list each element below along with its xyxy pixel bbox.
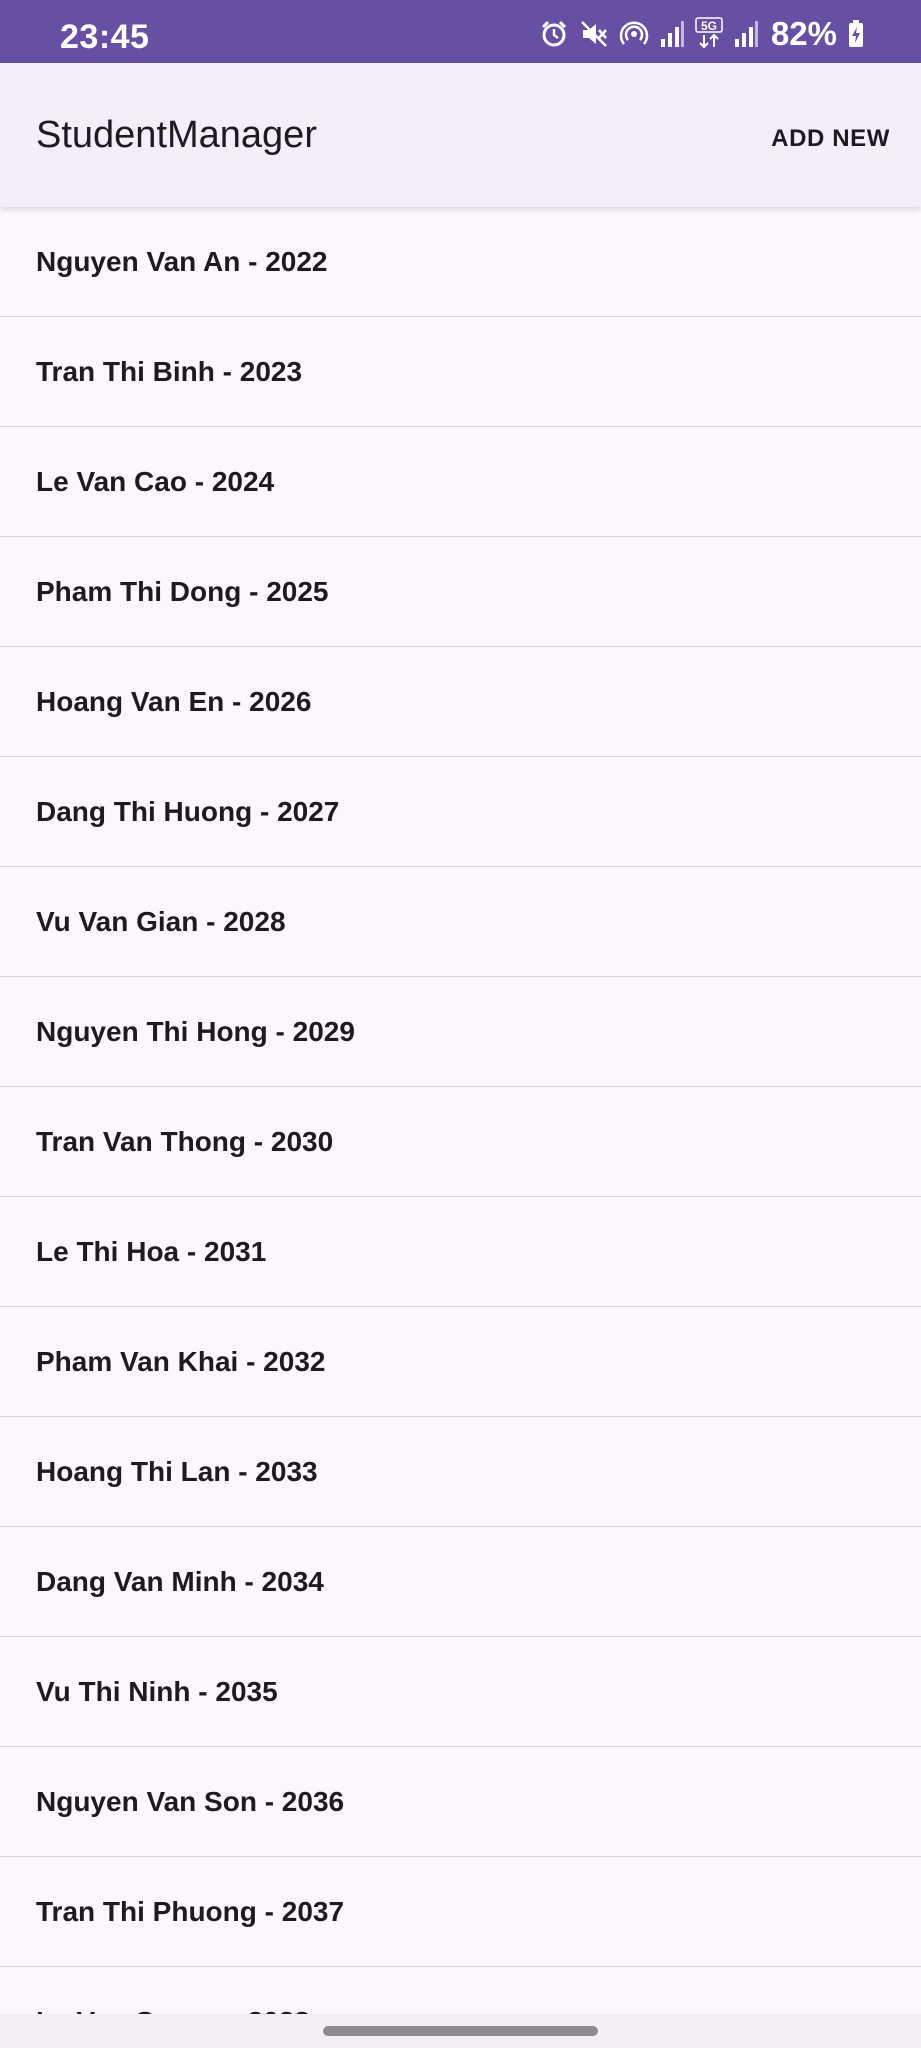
mute-icon [579, 19, 609, 49]
student-list-item[interactable]: Dang Van Minh - 2034 [0, 1527, 921, 1637]
svg-text:5G: 5G [701, 19, 717, 33]
student-list-item[interactable]: Vu Van Gian - 2028 [0, 867, 921, 977]
student-list-item[interactable]: Nguyen Van Son - 2036 [0, 1747, 921, 1857]
student-list-item[interactable]: Pham Van Khai - 2032 [0, 1307, 921, 1417]
5g-icon: 5G [695, 17, 723, 51]
gesture-handle[interactable] [323, 2026, 598, 2036]
student-list-item[interactable]: Pham Thi Dong - 2025 [0, 537, 921, 647]
gesture-nav-area [0, 2014, 921, 2048]
student-list-item[interactable]: Le Thi Hoa - 2031 [0, 1197, 921, 1307]
student-label: Tran Van Thong - 2030 [36, 1125, 334, 1157]
student-label: Le Thi Hoa - 2031 [36, 1235, 267, 1267]
student-label: Vu Van Gian - 2028 [36, 905, 286, 937]
student-label: Nguyen Van Son - 2036 [36, 1785, 345, 1817]
student-label: Le Van Cao - 2024 [36, 465, 275, 497]
status-icons: 5G 82% [539, 14, 865, 54]
status-bar: 23:45 5G 82% [0, 0, 921, 63]
student-label: Hoang Van En - 2026 [36, 685, 312, 717]
student-list-item[interactable]: Tran Thi Phuong - 2037 [0, 1857, 921, 1967]
student-label: Vu Thi Ninh - 2035 [36, 1675, 278, 1707]
student-list-item[interactable]: Hoang Thi Lan - 2033 [0, 1417, 921, 1527]
battery-charging-icon [847, 19, 865, 49]
status-time: 23:45 [60, 18, 150, 56]
app-bar: StudentManager ADD NEW [0, 63, 921, 207]
app-title: StudentManager [36, 114, 317, 156]
student-list-item[interactable]: Nguyen Van An - 2022 [0, 207, 921, 317]
signal-icon [733, 19, 759, 49]
student-label: Nguyen Van An - 2022 [36, 245, 328, 277]
student-label: Pham Van Khai - 2032 [36, 1345, 326, 1377]
add-new-button[interactable]: ADD NEW [767, 119, 894, 159]
student-list-item[interactable]: Nguyen Thi Hong - 2029 [0, 977, 921, 1087]
battery-percentage: 82% [770, 15, 837, 52]
student-label: Tran Thi Binh - 2023 [36, 355, 303, 387]
student-list-item[interactable]: Hoang Van En - 2026 [0, 647, 921, 757]
signal-icon [659, 19, 685, 49]
student-list-item[interactable]: Tran Van Thong - 2030 [0, 1087, 921, 1197]
student-label: Dang Thi Huong - 2027 [36, 795, 340, 827]
hotspot-icon [619, 19, 649, 49]
alarm-icon [539, 19, 569, 49]
student-list-item[interactable]: Tran Thi Binh - 2023 [0, 317, 921, 427]
student-list: Nguyen Van An - 2022 Tran Thi Binh - 2023… [0, 207, 921, 2048]
student-label: Hoang Thi Lan - 2033 [36, 1455, 318, 1487]
student-list-item[interactable]: Vu Thi Ninh - 2035 [0, 1637, 921, 1747]
student-label: Tran Thi Phuong - 2037 [36, 1895, 345, 1927]
student-label: Dang Van Minh - 2034 [36, 1565, 324, 1597]
student-list-item[interactable]: Dang Thi Huong - 2027 [0, 757, 921, 867]
student-label: Nguyen Thi Hong - 2029 [36, 1015, 355, 1047]
student-list-item[interactable]: Le Van Cao - 2024 [0, 427, 921, 537]
student-label: Pham Thi Dong - 2025 [36, 575, 329, 607]
